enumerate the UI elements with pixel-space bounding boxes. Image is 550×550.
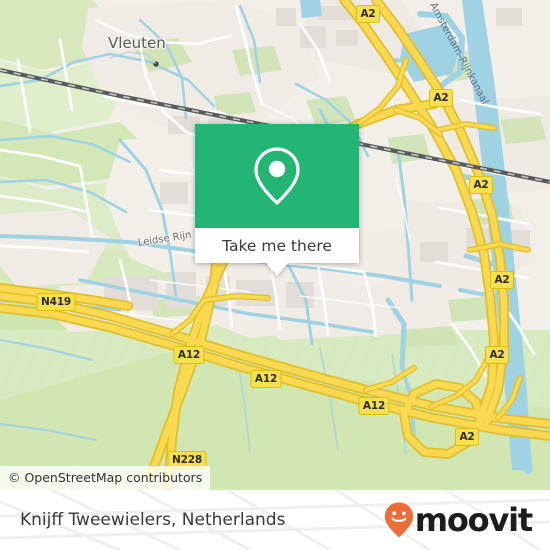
destination-popup-card[interactable]: Take me there	[195, 124, 359, 276]
road-shield-a12: A12	[358, 397, 390, 415]
road-shield-a2: A2	[468, 176, 494, 194]
popup-cta-area[interactable]: Take me there	[195, 228, 359, 263]
popup-pin-area	[195, 124, 359, 228]
road-shield-a2: A2	[454, 428, 480, 446]
road-shield-a12: A12	[173, 346, 205, 364]
app-screen: Vleuten Amsterdam-Rijnkanaal Leidse Rijn…	[0, 0, 550, 550]
moovit-pin-smiley-icon	[384, 502, 413, 538]
road-shield-a2: A2	[484, 346, 510, 364]
osm-attribution[interactable]: © OpenStreetMap contributors	[0, 466, 211, 490]
moovit-wordmark: moovit	[414, 501, 533, 539]
place-title: Knijff Tweewielers, Netherlands	[20, 510, 286, 530]
road-shield-a2: A2	[355, 5, 381, 23]
map-canvas[interactable]: Vleuten Amsterdam-Rijnkanaal Leidse Rijn…	[0, 0, 550, 490]
map-pin-icon	[254, 147, 300, 205]
road-shield-a2: A2	[489, 271, 515, 289]
bottom-info-bar: Knijff Tweewielers, Netherlands moovit	[0, 490, 550, 550]
moovit-logo[interactable]: moovit	[384, 501, 533, 539]
road-shield-a12: A12	[250, 370, 282, 388]
road-shield-n419: N419	[36, 293, 76, 311]
road-shield-a2: A2	[428, 89, 454, 107]
popup-pointer-tail	[266, 263, 288, 276]
take-me-there-label: Take me there	[222, 236, 332, 255]
